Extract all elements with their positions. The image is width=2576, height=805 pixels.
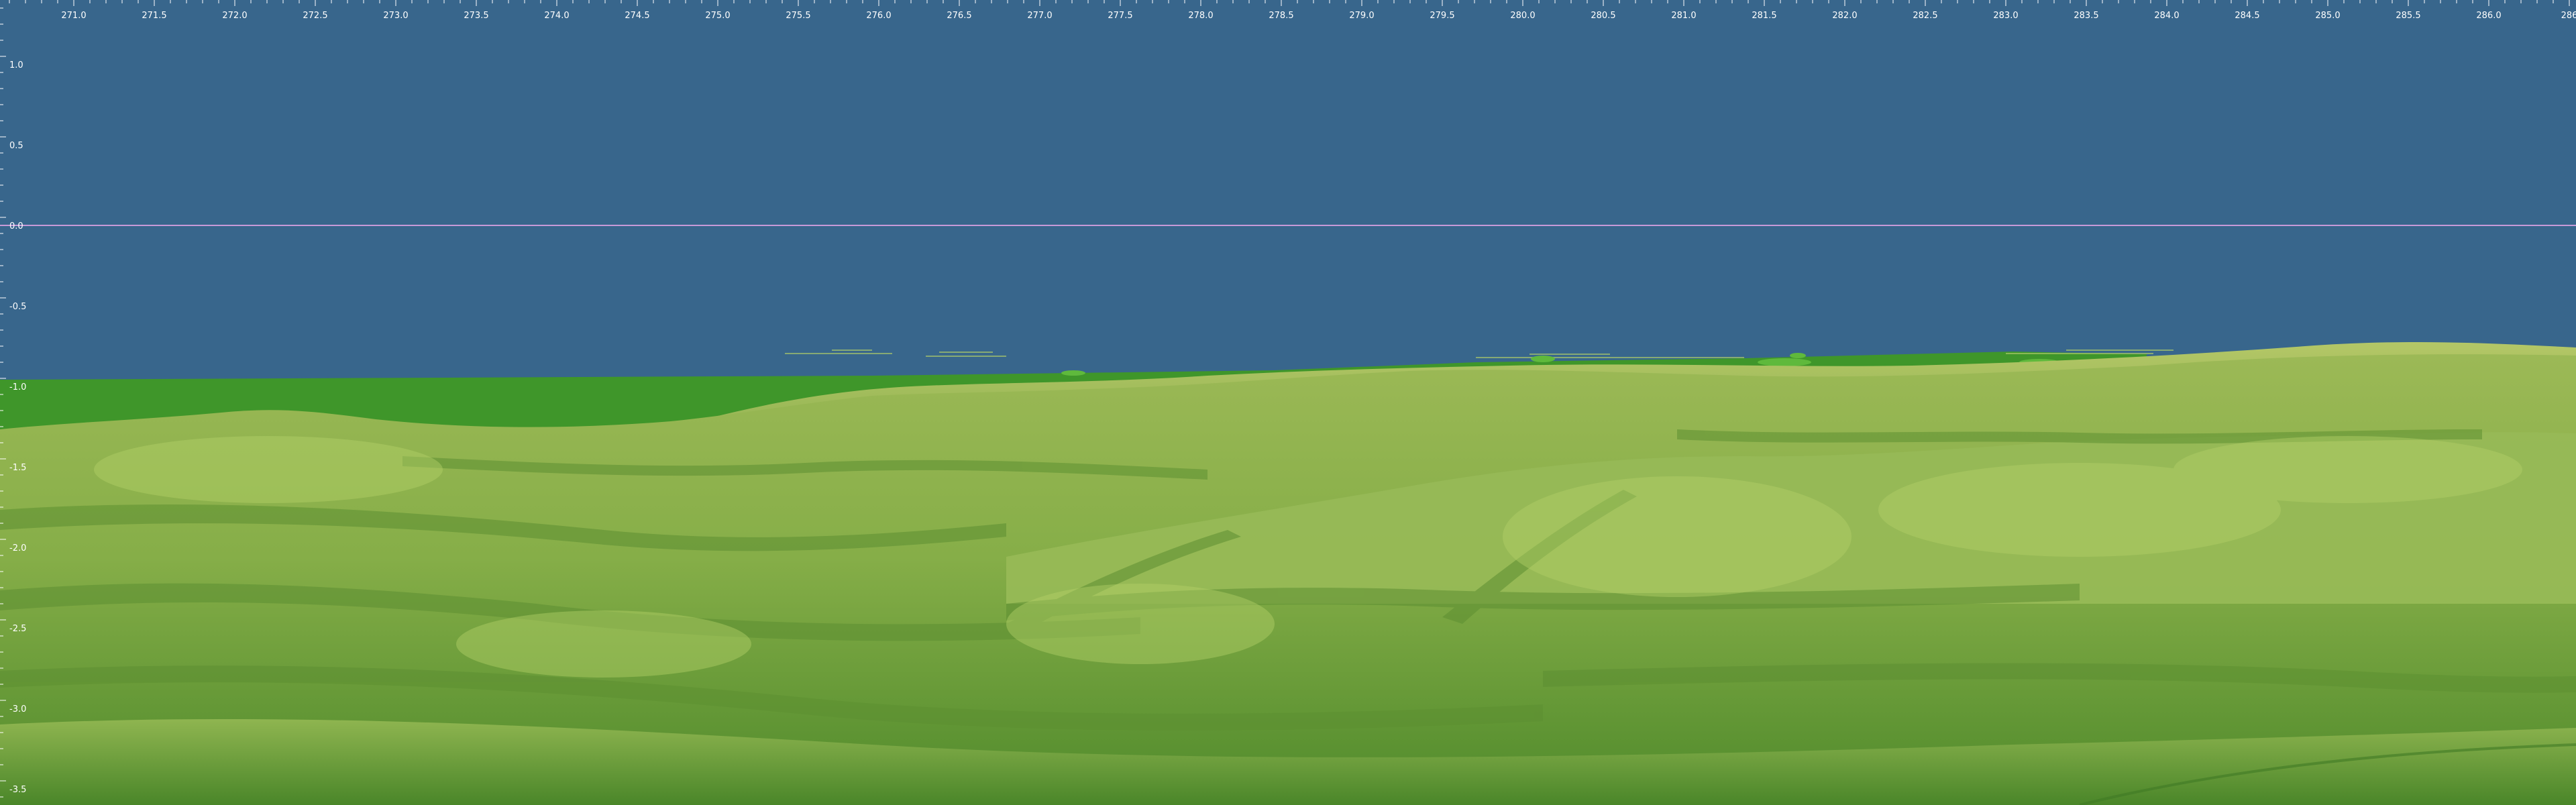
top-ruler-label: 284.0 [2154, 11, 2179, 21]
terrain-viewport[interactable]: 271.0 271.5 272.0 272.5 273.0 273.5 274.0 274.5… [0, 0, 2576, 805]
top-ruler-label: 278.0 [1188, 11, 1213, 21]
top-ruler-label: 274.0 [544, 11, 569, 21]
top-ruler-label: 273.0 [383, 11, 408, 21]
top-ruler-label: 277.5 [1108, 11, 1132, 21]
top-ruler-label: 285.0 [2315, 11, 2340, 21]
left-ruler-label: 0.5 [9, 141, 23, 151]
top-ruler-label: 286.0 [2476, 11, 2501, 21]
top-ruler-label: 282.0 [1832, 11, 1857, 21]
top-ruler-label: 280.0 [1510, 11, 1535, 21]
top-ruler-label: 285.5 [2396, 11, 2420, 21]
left-ruler-label: -3.5 [9, 785, 26, 795]
left-ruler-label: -3.0 [9, 704, 26, 714]
top-ruler-label: 282.5 [1913, 11, 1937, 21]
left-ruler-label: -0.5 [9, 302, 26, 312]
top-ruler-label: 272.5 [303, 11, 327, 21]
left-ruler-label: -2.5 [9, 624, 26, 634]
left-ruler-label: 1.0 [9, 60, 23, 70]
left-ruler-label: -1.5 [9, 463, 26, 473]
top-ruler-label: 271.0 [61, 11, 86, 21]
top-ruler-label: 279.5 [1430, 11, 1454, 21]
top-ruler-label: 271.5 [142, 11, 166, 21]
top-ruler-label: 279.0 [1349, 11, 1374, 21]
top-ruler-label: 275.0 [705, 11, 730, 21]
top-ruler-label: 276.0 [866, 11, 891, 21]
left-ruler-label: -2.0 [9, 543, 26, 553]
top-ruler-label: 276.5 [947, 11, 971, 21]
top-ruler-label: 278.5 [1269, 11, 1293, 21]
left-ruler-label: -1.0 [9, 382, 26, 392]
top-ruler-label: 286 [2561, 11, 2576, 21]
top-ruler-label: 284.5 [2235, 11, 2259, 21]
top-ruler-label: 273.5 [464, 11, 488, 21]
top-ruler-label: 280.5 [1591, 11, 1615, 21]
top-ruler-label: 272.0 [222, 11, 247, 21]
top-ruler-label: 283.0 [1993, 11, 2018, 21]
top-ruler-label: 281.0 [1671, 11, 1696, 21]
top-ruler-label: 281.5 [1752, 11, 1776, 21]
top-ruler-label: 274.5 [625, 11, 649, 21]
top-ruler-label: 277.0 [1027, 11, 1052, 21]
top-ruler-label: 275.5 [786, 11, 810, 21]
terrain-scene[interactable]: 271.0 271.5 272.0 272.5 273.0 273.5 274.0 274.5… [0, 0, 2576, 805]
left-ruler-label: 0.0 [9, 221, 23, 231]
top-ruler-label: 283.5 [2074, 11, 2098, 21]
